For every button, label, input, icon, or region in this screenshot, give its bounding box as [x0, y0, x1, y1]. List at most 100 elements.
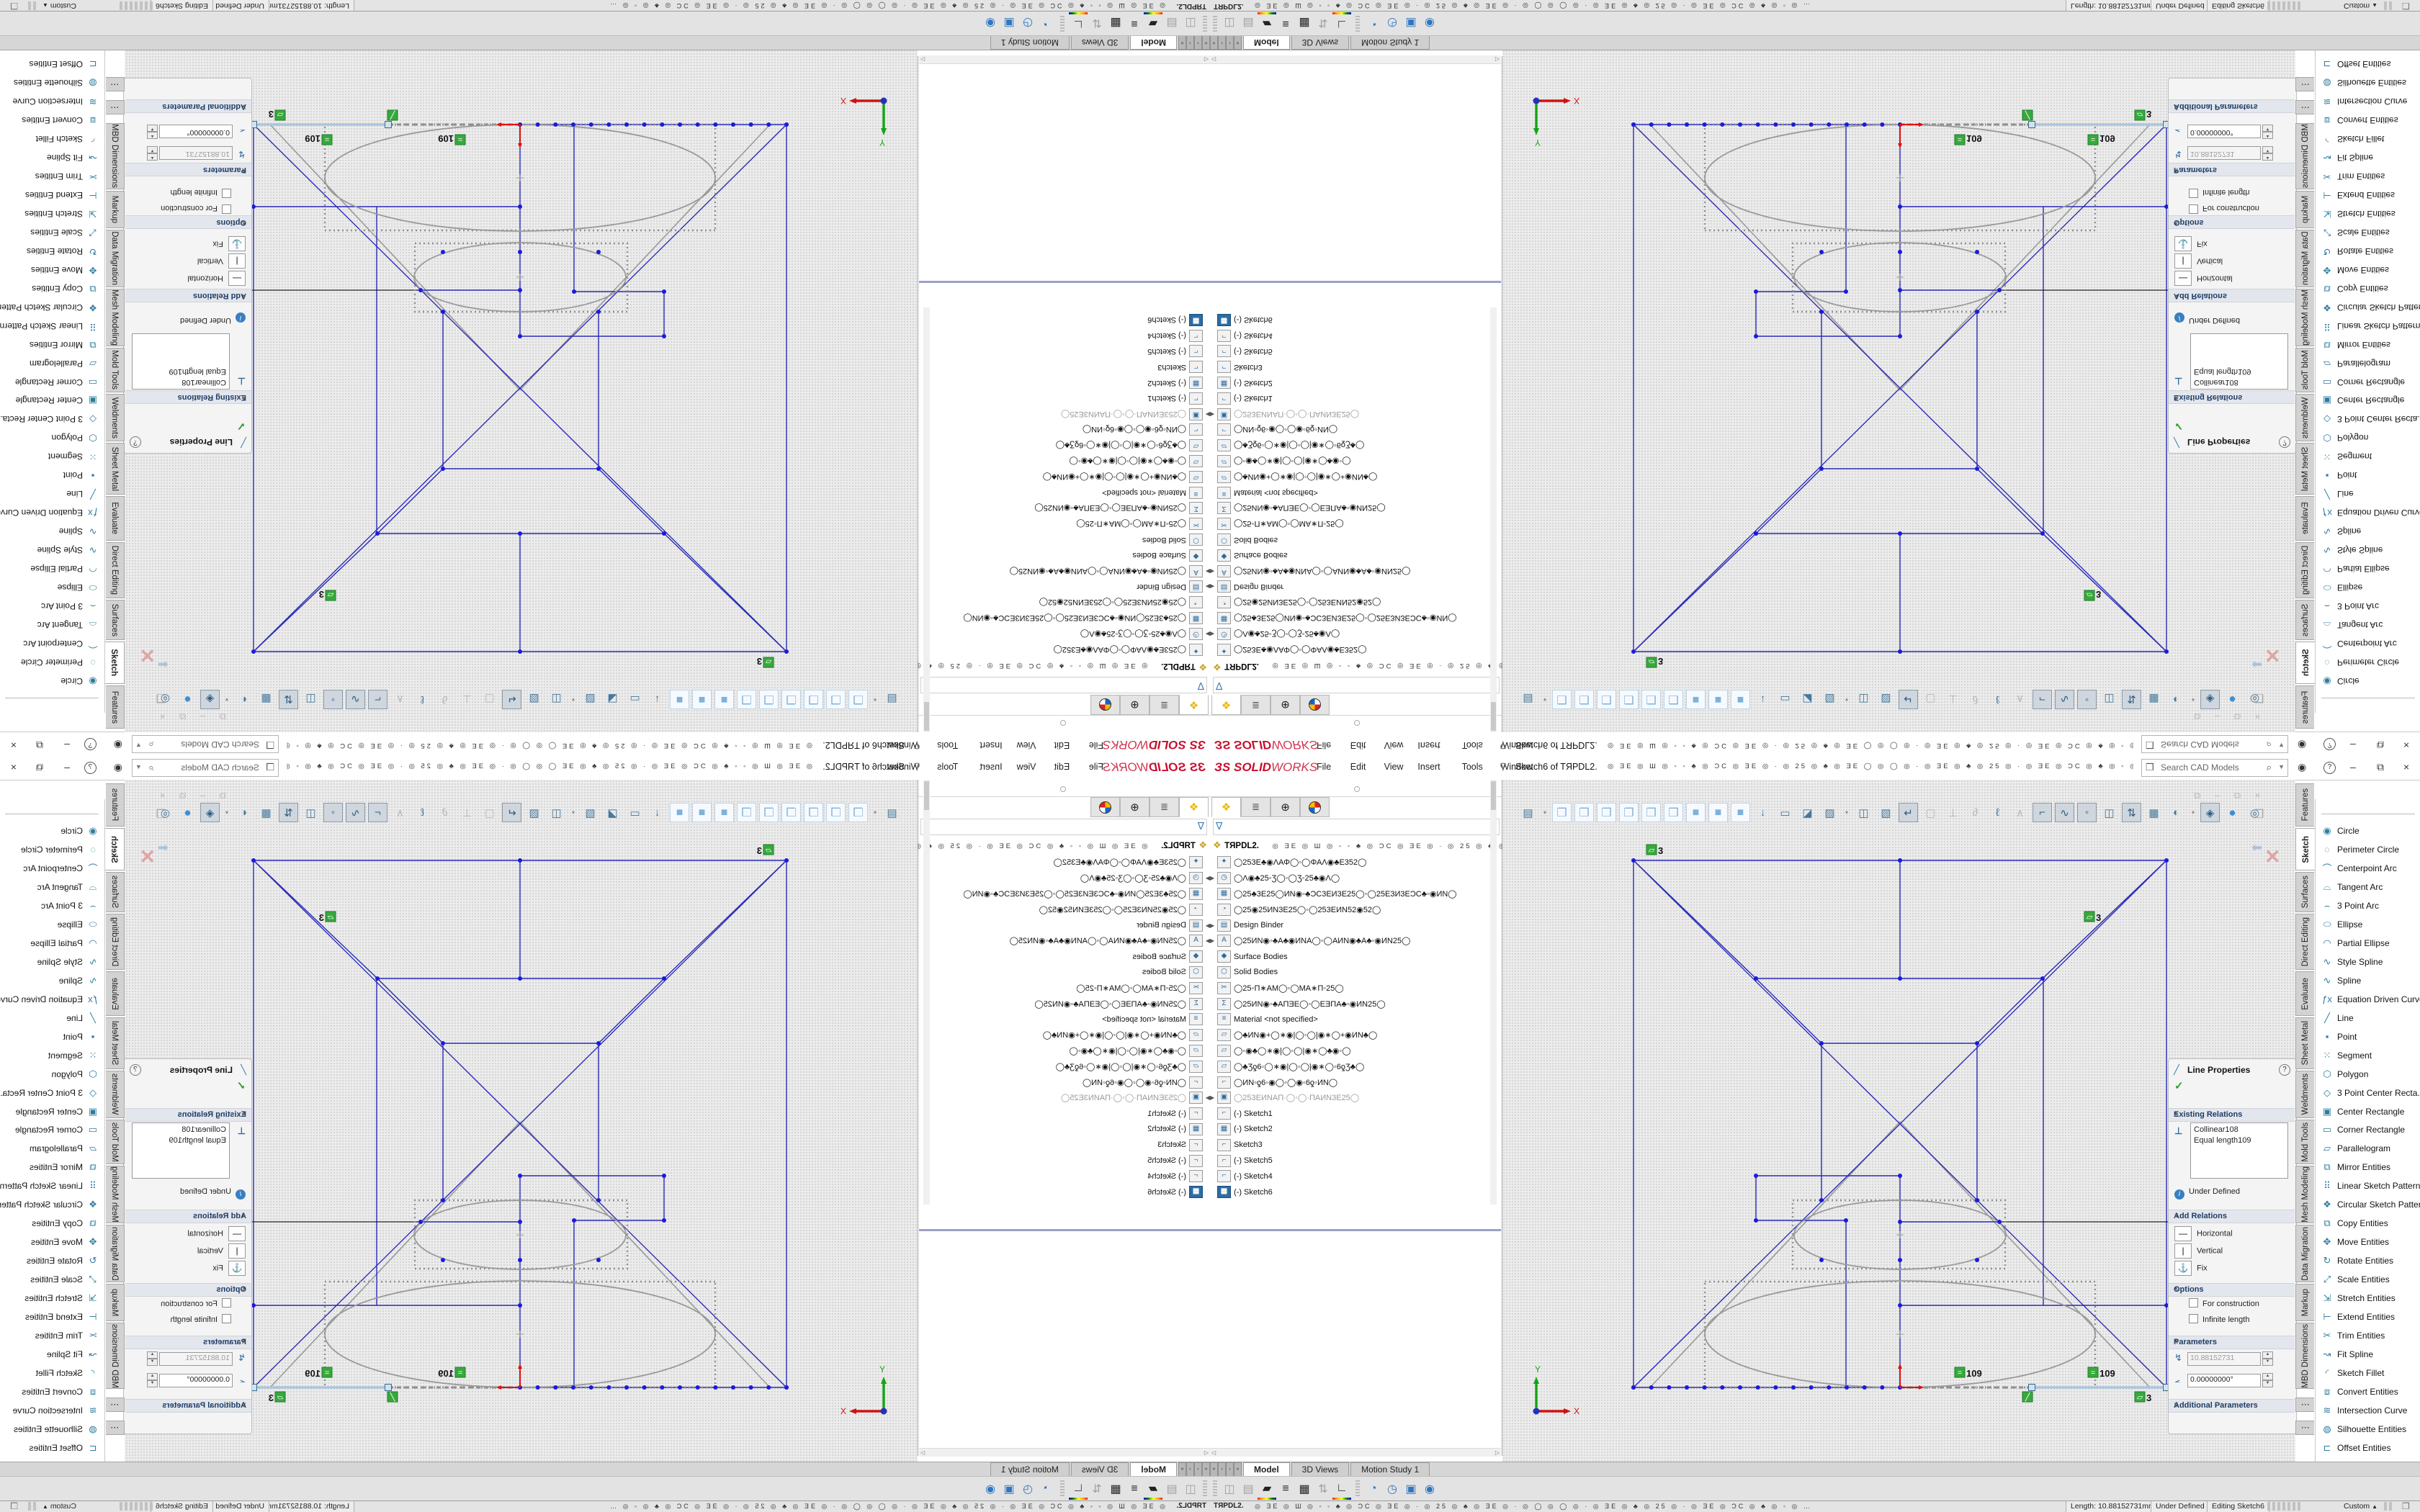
palette-item[interactable]: ↝Fit Spline — [0, 148, 104, 167]
palette-item[interactable]: ⁙Segment — [2316, 1046, 2420, 1065]
bottom-toolbar-icon[interactable]: ⇅ — [1314, 14, 1332, 32]
palette-item[interactable]: ◍Silhouette Entities — [2316, 73, 2420, 92]
relation-button-horizontal[interactable]: —Horizontal — [2174, 1226, 2233, 1242]
palette-item[interactable]: ƒxEquation Driven Curve — [2316, 503, 2420, 522]
spinner-down-icon[interactable]: ▼ — [147, 1359, 158, 1366]
relation-button-fix[interactable]: ⚓Fix — [2174, 235, 2208, 251]
tree-expand-icon[interactable]: ▶ — [1203, 631, 1210, 637]
spinner-up-icon[interactable]: ▲ — [2262, 132, 2273, 139]
tab-weldments[interactable]: Weldments — [106, 1071, 125, 1118]
palette-item[interactable]: ⁙Segment — [0, 447, 104, 466]
palette-item[interactable]: ⌓Tangent Arc — [2316, 878, 2420, 896]
palette-item[interactable]: ∿Spline — [0, 971, 104, 990]
bottom-toolbar-icon[interactable]: ◫ — [1220, 1480, 1239, 1498]
menu-insert[interactable]: Insert — [980, 762, 1002, 772]
section-parameters[interactable]: Parameters∧ — [125, 1336, 251, 1349]
tree-horizontal-scrollbar[interactable]: ◁▷ — [919, 55, 1210, 64]
relation-button-horizontal[interactable]: —Horizontal — [187, 1226, 246, 1242]
section-existing-relations[interactable]: Existing Relations∧ — [2169, 1108, 2295, 1122]
configurationmanager-tab[interactable]: ⊕ — [1270, 797, 1300, 817]
palette-item[interactable]: ▣Center Rectangle — [0, 392, 104, 410]
palette-item[interactable]: ✂Trim Entities — [2316, 1326, 2420, 1345]
menu-tools[interactable]: Tools — [1462, 740, 1483, 750]
tree-row[interactable]: ▱◯♣Ʒƍ6◦◯∗◉|◯◦◯|◉∗◯◦6ƍƷ♣◯ — [1210, 1058, 1502, 1074]
tree-expand-icon[interactable]: ▶ — [1210, 1094, 1217, 1101]
tab-sheet-metal[interactable]: Sheet Metal — [106, 443, 125, 495]
menu-insert[interactable]: Insert — [980, 740, 1002, 750]
menu-insert[interactable]: Insert — [1417, 740, 1440, 750]
configurationmanager-tab[interactable]: ⊕ — [1270, 695, 1300, 715]
tree-row[interactable]: ▱◯◦◉♣◯∗◉|◯◦◯|◉∗◯♣◉◦◯ — [1210, 1043, 1502, 1059]
doc-tab-3d-views[interactable]: 3D Views — [1071, 1462, 1129, 1477]
close-button[interactable]: × — [2403, 761, 2409, 773]
tree-row[interactable]: Σ◯25ИN◉◦♣AΠƎE◯◦◯EƎΠA♣◦◉ИN25◯ — [1210, 500, 1502, 516]
bottom-toolbar-icon[interactable]: ▤ — [1162, 1480, 1181, 1498]
doc-tab-model[interactable]: Model — [1130, 35, 1177, 50]
tab-data-migration[interactable]: Data Migration — [2295, 230, 2314, 287]
palette-item[interactable]: ∿Spline — [2316, 522, 2420, 541]
menu-tools[interactable]: Tools — [937, 740, 958, 750]
tree-row[interactable]: ✂◯25◦Π∗ΑM◯◦◯MΑ∗Π◦25◯ — [918, 516, 1210, 532]
spinner-down-icon[interactable]: ▼ — [2262, 146, 2273, 153]
palette-item[interactable]: ⇲Stretch Entities — [2316, 1289, 2420, 1308]
tree-horizontal-scrollbar[interactable]: ◁▷ — [1210, 55, 1501, 64]
palette-item[interactable]: ⊢Extend Entities — [2316, 1308, 2420, 1326]
menu-view[interactable]: View — [1384, 740, 1404, 750]
panel-help-icon[interactable]: ? — [2279, 436, 2290, 448]
panel-help-icon[interactable]: ? — [130, 1064, 141, 1076]
palette-item[interactable]: ⬡Polygon — [0, 428, 104, 447]
palette-item[interactable]: ▭Corner Rectangle — [2316, 1121, 2420, 1140]
palette-item[interactable]: ◠Partial Ellipse — [0, 559, 104, 578]
palette-item[interactable]: ⧉Mirror Entities — [2316, 336, 2420, 354]
bottom-toolbar-icon[interactable]: ◫ — [1181, 1480, 1200, 1498]
tab-weldments[interactable]: Weldments — [2295, 1071, 2314, 1118]
palette-item[interactable]: ◉Circle — [0, 672, 104, 690]
tree-row[interactable]: ⬡Solid Bodies — [1210, 532, 1502, 548]
bottom-toolbar-icon[interactable]: ◔ — [1037, 1480, 1056, 1498]
tree-row[interactable]: ▶◷◯Λ◉♣25◦Ʒ◯◦◯Ʒ◦25♣◉Λ◯ — [1210, 870, 1502, 886]
palette-item[interactable]: ƒxEquation Driven Curve — [0, 990, 104, 1009]
status-units[interactable]: Custom ▲ — [42, 1502, 76, 1511]
close-button[interactable]: × — [11, 761, 17, 773]
dimxpert-tab[interactable] — [1300, 797, 1330, 817]
search-input[interactable]: ❒ Search CAD Models ⌕ ▼ — [2141, 759, 2288, 777]
palette-item[interactable]: ▱Parallelogram — [2316, 1139, 2420, 1158]
tree-vertical-scrollbar[interactable] — [923, 307, 930, 732]
close-button[interactable]: × — [2403, 739, 2409, 751]
rollback-bar[interactable] — [1210, 1229, 1501, 1231]
bottom-toolbar-icon[interactable]: ∟ — [1069, 1479, 1088, 1500]
tree-row[interactable]: ▦(-) Sketch6 — [1210, 1184, 1502, 1200]
palette-item[interactable]: ⇲Stretch Entities — [0, 1289, 104, 1308]
spinner-up-icon[interactable]: ▲ — [147, 153, 158, 161]
checkbox-infinite-length[interactable]: Infinite length — [2189, 188, 2249, 198]
menu-view[interactable]: View — [1384, 762, 1404, 772]
tab-mold-tools[interactable]: Mold Tools — [106, 348, 125, 392]
section-options[interactable]: Options∧ — [2169, 215, 2295, 229]
tree-row[interactable]: ▶▣◯253EИNΑΠ·◯◦◯·ΠΑИN3E25◯ — [918, 1090, 1210, 1106]
palette-item[interactable]: ▣Center Rectangle — [2316, 1102, 2420, 1121]
palette-item[interactable]: ⊢Extend Entities — [0, 1308, 104, 1326]
tree-row[interactable]: ▦◯25♣3E25◯ИN◉◦♣ƆC3EИ3E25◯◦◯25E3И3EƆC♣◦◉И… — [918, 886, 1210, 902]
doc-tab-motion-study-1[interactable]: Motion Study 1 — [1350, 35, 1430, 50]
tree-row[interactable]: ⌐(-) Sketch1 — [1210, 390, 1502, 406]
palette-item[interactable]: ⌒Centerpoint Arc — [0, 859, 104, 878]
relation-button-fix[interactable]: ⚓Fix — [212, 1261, 246, 1277]
status-tag-icon[interactable]: ❒ — [10, 1, 18, 11]
bottom-toolbar-icon[interactable]: ◔ — [1364, 1480, 1383, 1498]
tab-mesh-modeling[interactable]: Mesh Modeling — [106, 289, 125, 346]
help-icon[interactable]: ? — [84, 738, 97, 750]
palette-item[interactable]: ⬡Polygon — [0, 1065, 104, 1084]
tab-overflow[interactable]: ⋮ — [106, 1421, 125, 1435]
checkbox-infinite-length[interactable]: Infinite length — [171, 188, 231, 198]
panel-help-icon[interactable]: ? — [2279, 1064, 2290, 1076]
palette-item[interactable]: ✂Trim Entities — [2316, 167, 2420, 186]
palette-item[interactable]: ⠿Linear Sketch Pattern — [0, 317, 104, 336]
spinner-up-icon[interactable]: ▲ — [2262, 1351, 2273, 1359]
tree-expand-icon[interactable]: ▶ — [1210, 583, 1217, 590]
tree-row[interactable]: ▶▣◯253EИNΑΠ·◯◦◯·ΠΑИN3E25◯ — [1210, 406, 1502, 422]
status-units[interactable]: Custom ▲ — [2344, 1, 2378, 10]
tree-row[interactable]: ◔◯25◉25ИN3E25◯◦◯253EИN52◉52◯ — [1210, 901, 1502, 917]
status-units[interactable]: Custom ▲ — [2344, 1502, 2378, 1511]
tree-row[interactable]: ⌐(-) Sketch5 — [918, 1153, 1210, 1169]
tab-mold-tools[interactable]: Mold Tools — [2295, 1120, 2314, 1164]
